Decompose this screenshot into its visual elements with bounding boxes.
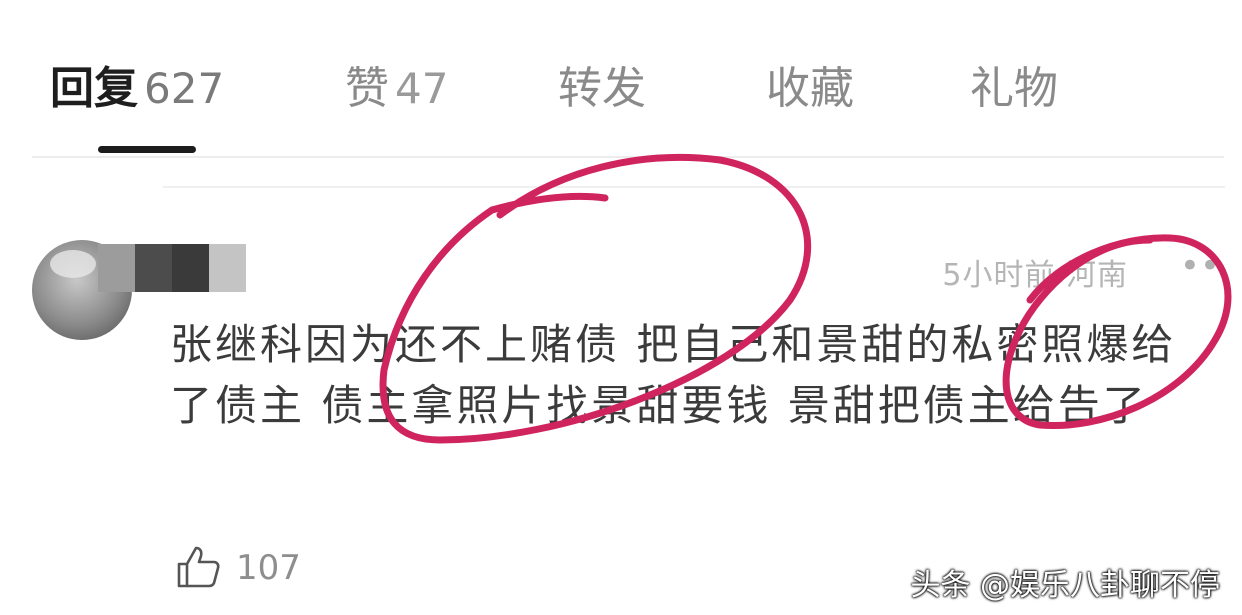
username-redacted[interactable] — [98, 244, 246, 292]
like-button[interactable]: 107 — [174, 542, 301, 594]
like-count: 107 — [236, 548, 301, 588]
comment-time-location: 5小时前 河南 — [942, 258, 1128, 293]
thumbs-up-icon — [174, 542, 222, 594]
more-dots-icon[interactable]: •• — [1180, 246, 1220, 286]
watermark: 头条 @娱乐八卦聊不停 — [910, 568, 1220, 603]
comment-text: 张继科因为还不上赌债 把自己和景甜的私密照爆给了债主 债主拿照片找景甜要钱 景甜… — [170, 320, 1177, 430]
comment-item: 5小时前 河南 •• 张继科因为还不上赌债 把自己和景甜的私密照爆给了债主 债主… — [0, 0, 1242, 615]
